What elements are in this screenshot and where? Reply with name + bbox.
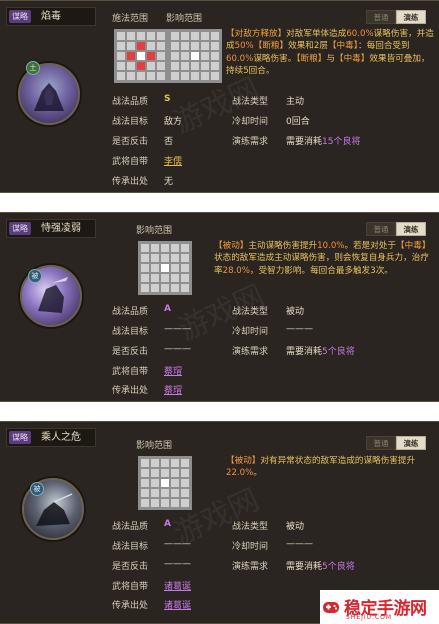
site-logo: 稳定手游网 SHEJIU.COM: [320, 590, 439, 624]
hero-label: 武将自带: [112, 157, 149, 167]
type-label: 战法类型: [232, 97, 269, 107]
skill-tag: 谋略: [9, 10, 31, 23]
mode-tabs: 普通 演练: [366, 222, 426, 236]
hero-link[interactable]: 李儒: [164, 154, 182, 167]
skill-description: 【对敌方释放】对敌军单体造成60.0%谋略伤害，并造成50%【断粮】效果和2层【…: [226, 29, 434, 76]
tab-normal[interactable]: 普通: [366, 222, 396, 236]
effect-range-grid: [138, 241, 192, 295]
skill-description: 【被动】主动谋略伤害提升10.0%。若是对处于【中毒】状态的敌军造成主动谋略伤害…: [214, 241, 431, 276]
hero-link[interactable]: 蔡瑁: [164, 364, 182, 377]
logo-subtext: SHEJIU.COM: [346, 614, 393, 621]
drill-label: 演练需求: [232, 137, 269, 147]
quality-value: S: [164, 94, 171, 104]
tab-drill[interactable]: 演练: [396, 10, 426, 24]
cooldown-value: ———: [286, 539, 313, 549]
counter-value: ———: [164, 344, 191, 354]
effect-range-label: 影响范围: [166, 14, 203, 24]
controller-icon: [323, 602, 339, 613]
counter-value: 否: [164, 137, 174, 147]
target-label: 战法目标: [112, 542, 149, 552]
tab-normal[interactable]: 普通: [366, 10, 396, 24]
badge-icon: 土: [26, 61, 40, 75]
drill-label: 演练需求: [232, 562, 269, 572]
quality-label: 战法品质: [112, 522, 149, 532]
skill-name: 恃强凌弱: [41, 223, 81, 234]
mode-tabs: 普通 演练: [366, 436, 426, 450]
badge-icon: 被: [28, 269, 42, 283]
tab-normal[interactable]: 普通: [366, 436, 396, 450]
inherit-label: 传承出处: [112, 177, 149, 187]
target-value: ———: [164, 539, 191, 549]
skill-tag: 谋略: [9, 431, 31, 444]
skill-name: 乘人之危: [41, 432, 81, 443]
cooldown-value: 0回合: [286, 117, 310, 127]
target-value: 敌方: [164, 117, 183, 127]
type-label: 战法类型: [232, 522, 269, 532]
drill-value: 需要消耗15个良将: [286, 137, 361, 147]
hero-label: 武将自带: [112, 367, 149, 377]
counter-value: ———: [164, 559, 191, 569]
type-value: 被动: [286, 522, 305, 532]
counter-label: 是否反击: [112, 562, 149, 572]
cooldown-label: 冷却时间: [232, 542, 269, 552]
skill-card-yandu: 游戏网 谋略 焰毒 土 施法范围 影响范围 普通 演练 【对敌方释放】对敌军单体…: [0, 0, 439, 193]
type-label: 战法类型: [232, 307, 269, 317]
cast-range-grid: [114, 29, 168, 83]
skill-tag: 谋略: [9, 222, 31, 235]
effect-range-label: 影响范围: [136, 441, 173, 451]
skill-name: 焰毒: [41, 11, 61, 22]
type-value: 主动: [286, 97, 305, 107]
target-label: 战法目标: [112, 117, 149, 127]
skill-header: 谋略 恃强凌弱: [6, 219, 96, 238]
cooldown-value: ———: [286, 324, 313, 334]
quality-value: A: [164, 519, 171, 529]
inherit-label: 传承出处: [112, 386, 149, 396]
inherit-value: 无: [164, 177, 174, 187]
drill-label: 演练需求: [232, 347, 269, 357]
hero-link[interactable]: 诸葛诞: [164, 579, 191, 592]
effect-range-grid: [168, 29, 222, 83]
skill-header: 谋略 焰毒: [6, 7, 96, 26]
mode-tabs: 普通 演练: [366, 10, 426, 24]
skill-description: 【被动】对有异常状态的敌军造成的谋略伤害提升22.0%。: [226, 456, 416, 479]
quality-value: A: [164, 304, 171, 314]
type-value: 被动: [286, 307, 305, 317]
quality-label: 战法品质: [112, 307, 149, 317]
inherit-label: 传承出处: [112, 601, 149, 611]
tab-drill[interactable]: 演练: [396, 436, 426, 450]
counter-label: 是否反击: [112, 137, 149, 147]
drill-value: 需要消耗5个良将: [286, 347, 355, 357]
inherit-link[interactable]: 诸葛诞: [164, 598, 191, 611]
counter-label: 是否反击: [112, 347, 149, 357]
skill-card-shiqianglingruo: 游戏网 谋略 恃强凌弱 被 影响范围 普通 演练 【被动】主动谋略伤害提升10.…: [0, 212, 439, 402]
inherit-link[interactable]: 蔡瑁: [164, 383, 182, 396]
quality-label: 战法品质: [112, 97, 149, 107]
drill-value: 需要消耗5个良将: [286, 562, 355, 572]
cooldown-label: 冷却时间: [232, 117, 269, 127]
effect-range-grid: [138, 456, 192, 510]
hero-label: 武将自带: [112, 582, 149, 592]
cooldown-label: 冷却时间: [232, 327, 269, 337]
effect-range-label: 影响范围: [136, 226, 173, 236]
skill-header: 谋略 乘人之危: [6, 428, 96, 447]
target-label: 战法目标: [112, 327, 149, 337]
badge-icon: 被: [30, 482, 44, 496]
tab-drill[interactable]: 演练: [396, 222, 426, 236]
cast-range-label: 施法范围: [112, 14, 149, 24]
target-value: ———: [164, 324, 191, 334]
